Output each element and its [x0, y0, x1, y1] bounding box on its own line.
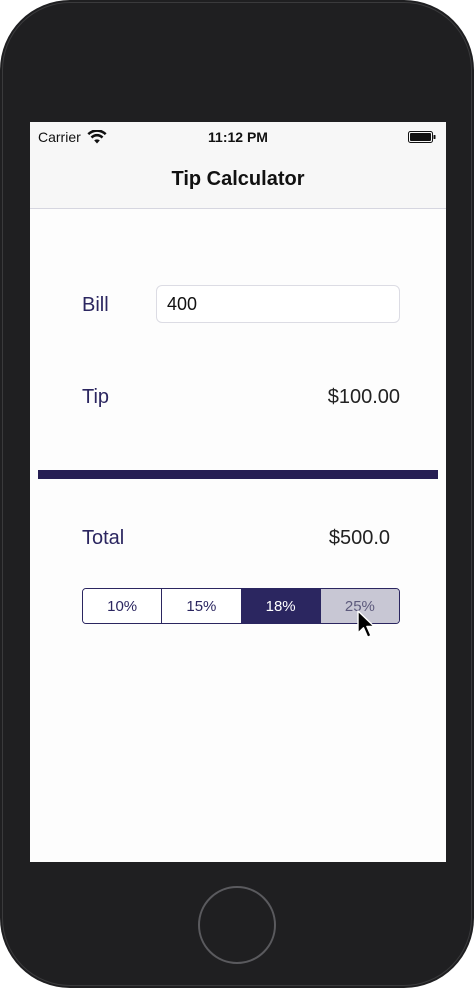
app-screen: Carrier 11:12 PM Tip Calculator Bill Tip…	[30, 122, 446, 862]
tip-amount: $100.00	[327, 386, 400, 408]
tip-option-18[interactable]: 18%	[241, 589, 321, 623]
tip-option-15[interactable]: 15%	[162, 589, 242, 623]
home-button[interactable]	[198, 886, 276, 964]
bill-label: Bill	[82, 294, 109, 316]
tip-percentage-selector: 10% 15% 18% 25%	[82, 588, 400, 624]
bill-input[interactable]	[156, 285, 400, 323]
total-amount: $500.0	[328, 527, 390, 549]
page-title: Tip Calculator	[171, 168, 305, 190]
mouse-pointer-icon	[357, 610, 375, 638]
total-label: Total	[82, 527, 125, 549]
battery-icon	[408, 131, 436, 143]
tip-label: Tip	[82, 386, 110, 408]
tip-option-10[interactable]: 10%	[83, 589, 163, 623]
status-bar: Carrier 11:12 PM	[30, 122, 446, 152]
status-time: 11:12 PM	[208, 129, 268, 145]
navigation-bar: Tip Calculator	[30, 152, 446, 209]
phone-frame: Carrier 11:12 PM Tip Calculator Bill Tip…	[0, 0, 474, 988]
section-divider	[38, 470, 438, 479]
